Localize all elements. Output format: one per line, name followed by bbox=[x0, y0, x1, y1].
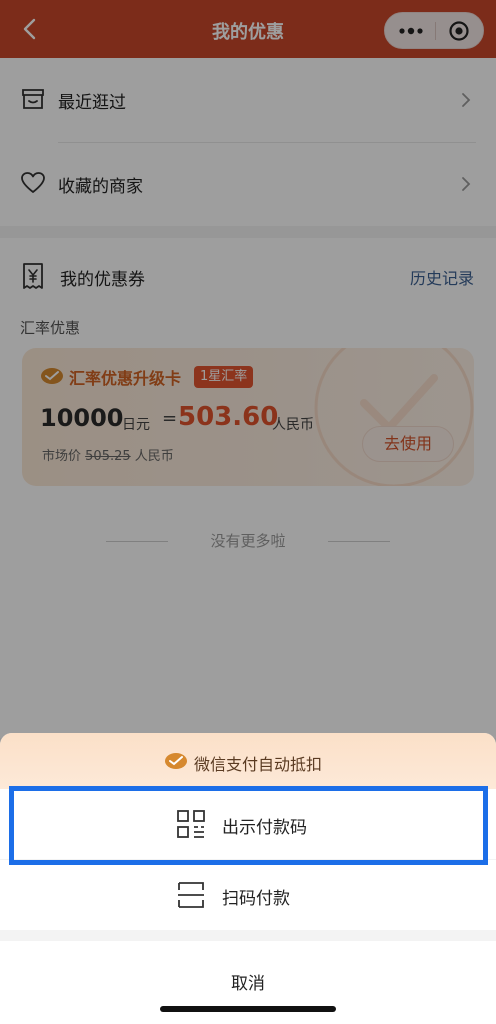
payment-action-sheet: 微信支付自动抵扣 出示付款码 扫码付款 取消 bbox=[0, 733, 496, 1024]
action-sheet-header: 微信支付自动抵扣 bbox=[0, 733, 496, 789]
wechat-pay-icon bbox=[165, 753, 187, 769]
option-label: 扫码付款 bbox=[222, 889, 290, 909]
scan-icon bbox=[178, 882, 204, 908]
action-sheet-title: 微信支付自动抵扣 bbox=[194, 755, 323, 774]
home-indicator bbox=[160, 1006, 336, 1012]
scan-to-pay-option[interactable]: 扫码付款 bbox=[0, 860, 496, 930]
cancel-label: 取消 bbox=[231, 974, 265, 994]
highlight-box bbox=[9, 786, 488, 865]
